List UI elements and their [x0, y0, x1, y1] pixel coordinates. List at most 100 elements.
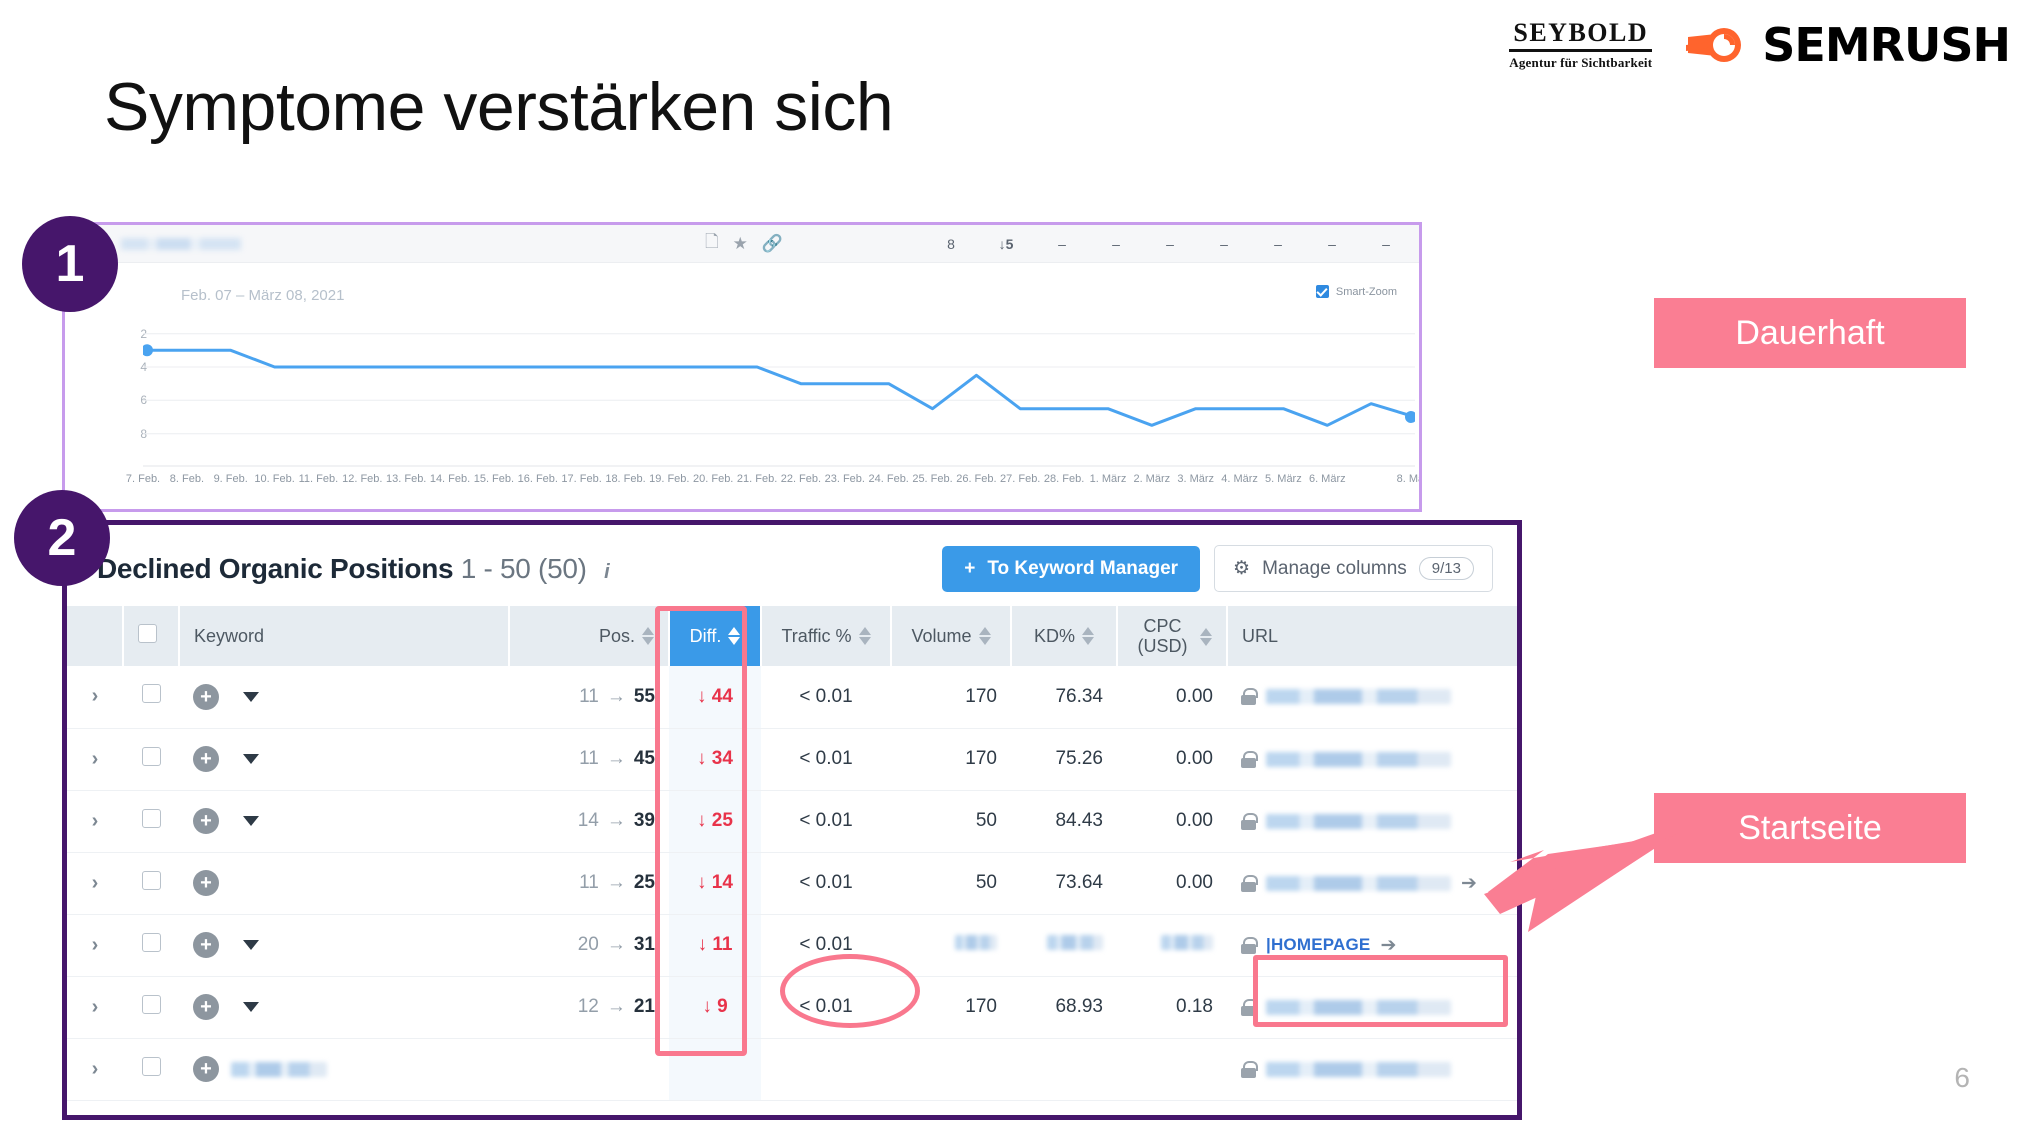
table-row[interactable]: › +11 → 25 ↓ 14 < 0.01 50 73.64 0.00 ➔	[67, 852, 1517, 915]
add-keyword-icon[interactable]: +	[193, 1056, 219, 1082]
table-header-row: Keyword Pos. Diff. Traffic % Volume KD% …	[67, 606, 1517, 666]
row-checkbox[interactable]	[141, 932, 161, 952]
row-checkbox[interactable]	[141, 808, 161, 828]
position-new: 45	[633, 748, 655, 769]
chevron-right-icon[interactable]: ›	[92, 810, 99, 832]
row-expand-cell[interactable]: ›	[67, 852, 123, 915]
columns-count-badge: 9/13	[1418, 557, 1474, 580]
redacted-url	[1266, 813, 1451, 829]
row-expand-cell[interactable]: ›	[67, 976, 123, 1039]
homepage-link[interactable]: |HOMEPAGE	[1266, 935, 1370, 955]
cpc-cell: 0.00	[1117, 728, 1227, 791]
row-select-cell[interactable]	[123, 728, 179, 791]
metric-dash: –	[1112, 235, 1120, 252]
column-header-kd[interactable]: KD%	[1011, 606, 1118, 666]
sort-icon[interactable]	[1200, 627, 1212, 646]
traffic-cell: < 0.01	[761, 852, 891, 915]
url-cell[interactable]	[1227, 728, 1517, 791]
position-line-chart	[141, 333, 1417, 467]
row-expand-cell[interactable]: ›	[67, 728, 123, 791]
url-cell[interactable]	[1227, 976, 1517, 1039]
column-header-url[interactable]: URL	[1227, 606, 1517, 666]
chevron-right-icon[interactable]: ›	[92, 685, 99, 707]
sort-icon[interactable]	[858, 627, 871, 645]
table-row[interactable]: › +11 → 55 ↓ 44 < 0.01 170 76.34 0.00	[67, 666, 1517, 729]
row-checkbox[interactable]	[141, 870, 161, 890]
keyword-cell: +	[179, 1038, 509, 1101]
row-expand-cell[interactable]: ›	[67, 1038, 123, 1101]
row-expand-cell[interactable]: ›	[67, 914, 123, 977]
expand-column-header	[67, 606, 124, 666]
chevron-right-icon[interactable]: ›	[92, 872, 99, 894]
keyword-dropdown-caret[interactable]	[243, 1002, 259, 1012]
sort-icon-active[interactable]	[728, 627, 741, 645]
external-link-icon[interactable]: ➔	[1380, 934, 1396, 957]
add-keyword-icon[interactable]: +	[193, 746, 219, 772]
sort-icon[interactable]	[642, 627, 654, 645]
sort-icon[interactable]	[978, 627, 991, 645]
smart-zoom-checkbox[interactable]	[1315, 285, 1329, 298]
chart-date-range: Feb. 07 – März 08, 2021	[181, 287, 345, 304]
keyword-dropdown-caret[interactable]	[243, 940, 259, 950]
column-header-diff[interactable]: Diff.	[669, 606, 762, 666]
chevron-right-icon[interactable]: ›	[92, 996, 99, 1018]
row-checkbox[interactable]	[141, 746, 161, 766]
select-all-checkbox[interactable]	[138, 624, 157, 643]
column-header-traffic[interactable]: Traffic %	[761, 606, 892, 666]
link-icon[interactable]: 🔗	[762, 234, 783, 254]
star-icon[interactable]: ★	[733, 234, 748, 254]
info-icon[interactable]: i	[604, 561, 610, 583]
add-keyword-icon[interactable]: +	[193, 994, 219, 1020]
table-row[interactable]: › +14 → 39 ↓ 25 < 0.01 50 84.43 0.00	[67, 790, 1517, 853]
row-expand-cell[interactable]: ›	[67, 666, 123, 729]
position-cell	[509, 1038, 669, 1101]
url-cell[interactable]	[1227, 666, 1517, 729]
row-select-cell[interactable]	[123, 976, 179, 1039]
x-tick-label: 20. Feb.	[693, 473, 734, 485]
row-checkbox[interactable]	[141, 994, 161, 1014]
x-tick-label: 16. Feb.	[517, 473, 558, 485]
table-row[interactable]: › +12 → 21 ↓ 9 < 0.01 170 68.93 0.18	[67, 976, 1517, 1039]
column-header-pos[interactable]: Pos.	[509, 606, 670, 666]
manage-columns-label: Manage columns	[1262, 557, 1407, 579]
add-keyword-icon[interactable]: +	[193, 808, 219, 834]
sort-icon[interactable]	[1082, 627, 1094, 645]
column-label-kd: KD%	[1033, 625, 1075, 646]
column-header-cpc[interactable]: CPC (USD)	[1117, 606, 1228, 666]
add-keyword-icon[interactable]: +	[193, 683, 219, 710]
x-tick-label: 8. Feb.	[169, 473, 205, 485]
keyword-dropdown-caret[interactable]	[243, 816, 259, 826]
cpc-cell: 0.00	[1117, 852, 1227, 915]
table-row[interactable]: › +20 → 31 ↓ 11 < 0.01 |HOMEPAGE ➔	[67, 914, 1517, 977]
chevron-right-icon[interactable]: ›	[92, 748, 99, 770]
row-select-cell[interactable]	[123, 790, 179, 853]
smart-zoom-toggle[interactable]: Smart-Zoom	[1315, 285, 1397, 298]
row-select-cell[interactable]	[123, 1038, 179, 1101]
keyword-dropdown-caret[interactable]	[243, 754, 259, 764]
add-keyword-icon[interactable]: +	[193, 870, 219, 896]
row-select-cell[interactable]	[123, 852, 179, 915]
position-old: 20	[577, 934, 599, 955]
keyword-cell: +	[179, 666, 509, 729]
row-expand-cell[interactable]: ›	[67, 790, 123, 853]
row-select-cell[interactable]	[123, 666, 179, 729]
url-cell[interactable]	[1227, 1038, 1517, 1101]
column-header-keyword[interactable]: Keyword	[179, 606, 510, 666]
keyword-dropdown-caret[interactable]	[243, 691, 259, 702]
select-all-header[interactable]	[123, 606, 180, 666]
to-keyword-manager-button[interactable]: + To Keyword Manager	[942, 545, 1201, 592]
manage-columns-button[interactable]: ⚙ Manage columns 9/13	[1214, 545, 1493, 592]
semrush-logo: SEMRUSH	[1686, 18, 2011, 72]
lock-icon	[1241, 998, 1258, 1016]
callout-dauerhaft: Dauerhaft	[1654, 298, 1966, 368]
position-cell: 11 → 45	[509, 728, 669, 791]
chevron-right-icon[interactable]: ›	[92, 934, 99, 956]
row-select-cell[interactable]	[123, 914, 179, 977]
table-row-partial[interactable]: › +	[67, 1038, 1517, 1101]
metric-dash: –	[1058, 235, 1066, 252]
column-header-volume[interactable]: Volume	[891, 606, 1012, 666]
note-icon[interactable]: 🗋	[705, 229, 719, 258]
table-row[interactable]: › +11 → 45 ↓ 34 < 0.01 170 75.26 0.00	[67, 728, 1517, 791]
row-checkbox[interactable]	[141, 684, 161, 704]
add-keyword-icon[interactable]: +	[193, 932, 219, 958]
